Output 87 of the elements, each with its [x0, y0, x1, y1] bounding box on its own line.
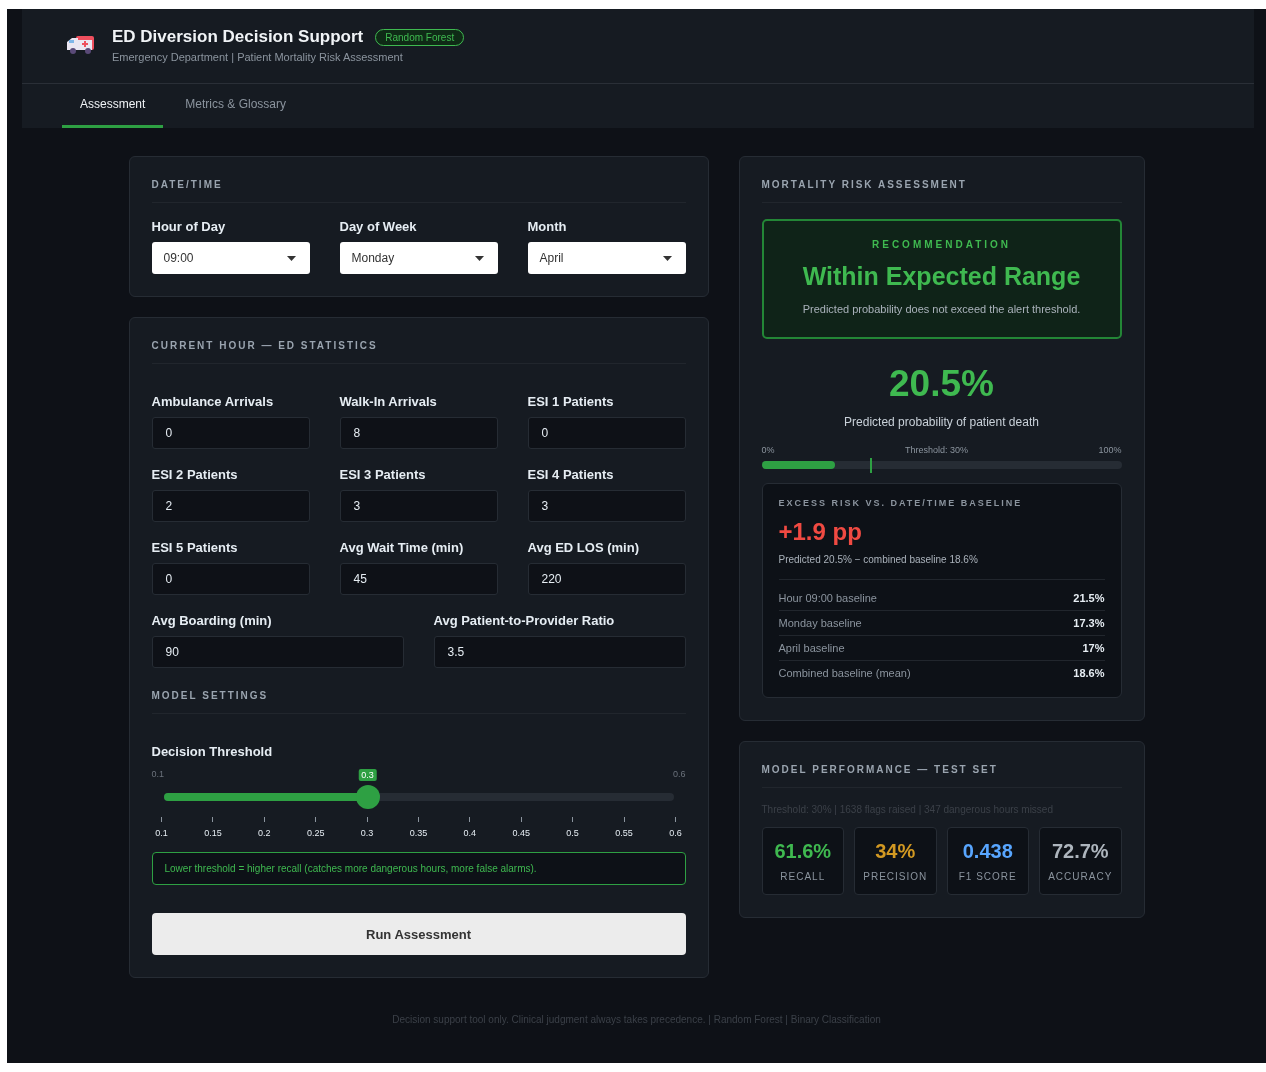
tick-label: 0.35	[409, 828, 428, 838]
field-label: Avg ED LOS (min)	[527, 540, 640, 555]
slider-label: Decision Threshold	[151, 744, 274, 759]
tick-label: 0.5	[566, 828, 579, 838]
metric-label: F1 SCORE	[958, 871, 1017, 882]
metric-label: ACCURACY	[1048, 871, 1113, 882]
caret-icon	[474, 255, 484, 261]
dropdown[interactable]: Monday	[339, 242, 498, 274]
threshold-label: Threshold: 30%	[904, 445, 968, 455]
baseline-value: 17.3%	[1073, 617, 1105, 629]
tick-label: 0.45	[512, 828, 530, 838]
field-label: Hour of Day	[151, 219, 227, 234]
field-label: ESI 2 Patients	[151, 467, 239, 482]
metric-value: 61.6%	[774, 840, 832, 863]
section-heading: MORTALITY RISK ASSESSMENT	[761, 179, 1122, 203]
ambulance-icon	[66, 34, 96, 56]
hint-note: Lower threshold = higher recall (catches more dangerous hours, more false alarms).	[151, 852, 686, 885]
panel-heading: EXCESS RISK VS. DATE/TIME BASELINE	[778, 498, 1024, 508]
caret-icon	[286, 255, 296, 261]
field-label: ESI 5 Patients	[151, 540, 239, 555]
recommendation-text: Predicted probability does not exceed the alert threshold.	[802, 303, 1081, 315]
field-label: Avg Wait Time (min)	[339, 540, 465, 555]
input-field[interactable]: 3	[527, 490, 686, 522]
baseline-value: 17%	[1082, 642, 1105, 654]
excess-value: +1.9 pp	[778, 518, 863, 546]
metric-label: PRECISION	[863, 871, 928, 882]
tick-label: 0.25	[306, 828, 325, 838]
bar-start-label: 0%	[761, 445, 775, 455]
probability-caption: Predicted probability of patient death	[843, 415, 1040, 429]
field-label: ESI 1 Patients	[527, 394, 615, 409]
slider-min-label: 0.1	[151, 769, 164, 781]
app-title: ED Diversion Decision Support	[112, 27, 364, 47]
bar-end-label: 100%	[1098, 445, 1122, 455]
tab[interactable]: Metrics & Glossary	[167, 84, 305, 128]
input-field[interactable]: 45	[339, 563, 498, 595]
slider-value: 0.3	[358, 769, 377, 781]
input-field[interactable]: 0	[527, 417, 686, 449]
tick-label: 0.3	[360, 828, 374, 838]
baseline-value: 21.5%	[1073, 592, 1105, 604]
metric-value: 72.7%	[1051, 840, 1109, 863]
input-field[interactable]: 8	[339, 417, 498, 449]
input-field[interactable]: 3	[339, 490, 498, 522]
field-label: ESI 3 Patients	[339, 467, 427, 482]
field-label: Ambulance Arrivals	[151, 394, 275, 409]
slider-max-label: 0.6	[673, 769, 686, 781]
slider-thumb[interactable]	[355, 785, 380, 809]
input-field[interactable]: 2	[151, 490, 310, 522]
field-label: Avg Patient-to-Provider Ratio	[433, 613, 616, 628]
section-heading: DATE/TIME	[151, 179, 686, 203]
dropdown[interactable]: 09:00	[151, 242, 310, 274]
recommendation-label: RECOMMENDATION	[872, 239, 1011, 250]
metric-label: RECALL	[780, 871, 826, 882]
input-field[interactable]: 90	[151, 636, 404, 668]
tick-label: 0.15	[204, 828, 222, 838]
baseline-label: Hour 09:00 baseline	[778, 592, 877, 604]
recommendation-title: Within Expected Range	[802, 262, 1081, 291]
tick-label: 0.1	[155, 828, 168, 838]
field-label: Day of Week	[339, 219, 418, 234]
input-field[interactable]: 0	[151, 563, 310, 595]
baseline-label: Monday baseline	[778, 617, 862, 629]
model-badge: Random Forest	[375, 28, 465, 46]
tick-label: 0.4	[463, 828, 477, 838]
input-field[interactable]: 0	[151, 417, 310, 449]
field-label: Month	[527, 219, 568, 234]
input-field[interactable]: 220	[527, 563, 686, 595]
tick-label: 0.2	[258, 828, 271, 838]
section-heading: MODEL PERFORMANCE — TEST SET	[761, 764, 1122, 788]
dropdown[interactable]: April	[527, 242, 686, 274]
input-field[interactable]: 3.5	[433, 636, 686, 668]
section-heading: CURRENT HOUR — ED STATISTICS	[151, 340, 686, 364]
baseline-label: Combined baseline (mean)	[778, 667, 911, 679]
field-label: Walk-In Arrivals	[339, 394, 438, 409]
tick-label: 0.55	[615, 828, 633, 838]
caret-icon	[662, 255, 672, 261]
section-heading: MODEL SETTINGS	[151, 690, 686, 714]
field-label: Avg Boarding (min)	[151, 613, 273, 628]
run-button[interactable]: Run Assessment	[151, 913, 686, 955]
baseline-value: 18.6%	[1073, 667, 1105, 679]
baseline-label: April baseline	[778, 642, 845, 654]
tick-label: 0.6	[669, 828, 682, 838]
probability-value: 20.5%	[888, 363, 995, 405]
metric-value: 34%	[875, 840, 916, 863]
excess-caption: Predicted 20.5% − combined baseline 18.6%	[778, 554, 1105, 580]
app-subtitle: Emergency Department | Patient Mortality Risk Assessment	[112, 51, 404, 63]
metric-value: 0.438	[962, 840, 1013, 863]
field-label: ESI 4 Patients	[527, 467, 615, 482]
tab[interactable]: Assessment	[62, 84, 164, 128]
